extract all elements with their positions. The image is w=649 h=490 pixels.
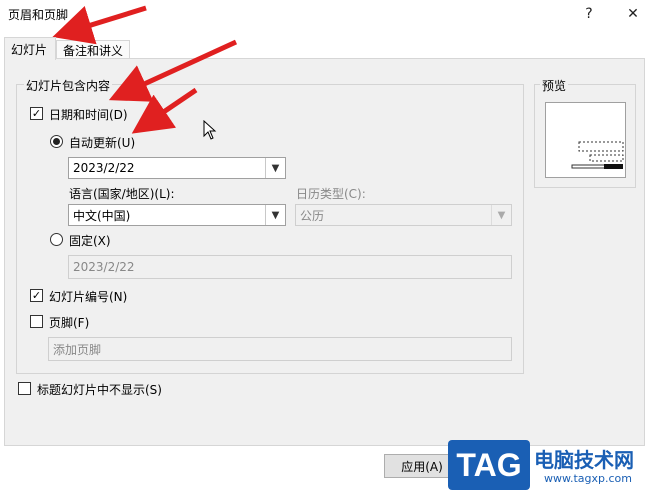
tab-slide[interactable]: 幻灯片 bbox=[4, 37, 56, 60]
fixed-radio[interactable] bbox=[50, 233, 63, 246]
watermark-logo: TAG bbox=[448, 440, 530, 490]
help-button[interactable]: ? bbox=[574, 2, 604, 26]
preview-title: 预览 bbox=[540, 77, 569, 94]
mouse-cursor-icon bbox=[203, 120, 217, 140]
footer-label: 页脚(F) bbox=[49, 316, 90, 330]
language-value: 中文(中国) bbox=[73, 208, 131, 223]
calendar-type-select: 公历 ▼ bbox=[295, 204, 512, 226]
calendar-type-label: 日历类型(C): bbox=[296, 187, 366, 201]
arrow-1 bbox=[52, 5, 147, 45]
radio-selected-dot bbox=[53, 138, 60, 145]
preview-layout-graphic bbox=[571, 141, 624, 169]
calendar-type-value: 公历 bbox=[300, 208, 325, 223]
tab-notes-label: 备注和讲义 bbox=[63, 43, 124, 58]
language-select[interactable]: 中文(中国) ▼ bbox=[68, 204, 286, 226]
watermark-url: www.tagxp.com bbox=[544, 472, 632, 485]
slide-content-group bbox=[16, 84, 524, 374]
chevron-down-icon: ▼ bbox=[265, 158, 285, 178]
preview-footer-placeholder bbox=[589, 154, 624, 162]
footer-text-field: 添加页脚 bbox=[48, 337, 512, 361]
chevron-down-icon: ▼ bbox=[265, 205, 285, 225]
preview-number-placeholder bbox=[604, 164, 623, 169]
preview-date-placeholder bbox=[578, 141, 624, 152]
language-label: 语言(国家/地区)(L): bbox=[69, 187, 175, 201]
auto-update-date-value: 2023/2/22 bbox=[73, 161, 135, 175]
auto-update-date-select[interactable]: 2023/2/22 ▼ bbox=[68, 157, 286, 179]
hide-on-title-label: 标题幻灯片中不显示(S) bbox=[37, 383, 162, 397]
footer-checkbox[interactable] bbox=[30, 315, 43, 328]
fixed-label: 固定(X) bbox=[69, 234, 111, 248]
window-title: 页眉和页脚 bbox=[8, 8, 69, 22]
auto-update-label: 自动更新(U) bbox=[69, 136, 136, 150]
close-button[interactable]: ✕ bbox=[618, 2, 648, 26]
auto-update-radio[interactable] bbox=[50, 135, 63, 148]
slide-number-checkbox[interactable]: ✓ bbox=[30, 289, 43, 302]
hide-on-title-checkbox[interactable] bbox=[18, 382, 31, 395]
check-icon: ✓ bbox=[31, 107, 42, 120]
chevron-down-icon: ▼ bbox=[491, 205, 511, 225]
watermark-site-name: 电脑技术网 bbox=[534, 448, 634, 472]
slide-content-group-title: 幻灯片包含内容 bbox=[24, 77, 113, 94]
check-icon: ✓ bbox=[31, 289, 42, 302]
date-time-label: 日期和时间(D) bbox=[49, 108, 128, 122]
date-time-checkbox[interactable]: ✓ bbox=[30, 107, 43, 120]
slide-number-label: 幻灯片编号(N) bbox=[49, 290, 128, 304]
tab-notes-handouts[interactable]: 备注和讲义 bbox=[56, 40, 130, 59]
watermark: TAG 电脑技术网 www.tagxp.com bbox=[448, 440, 649, 490]
fixed-date-field: 2023/2/22 bbox=[68, 255, 512, 279]
tab-slide-label: 幻灯片 bbox=[11, 42, 48, 57]
preview-thumbnail bbox=[545, 102, 626, 178]
